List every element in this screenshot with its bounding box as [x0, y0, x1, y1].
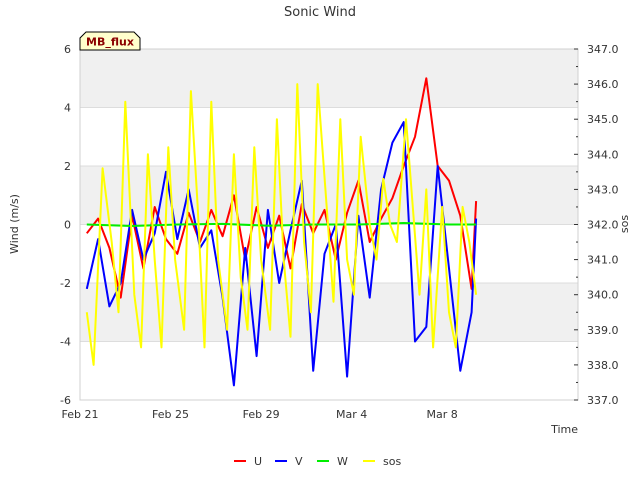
y-tick-label-left: 4 — [64, 102, 71, 115]
y-tick-label-left: 2 — [64, 160, 71, 173]
x-axis-label: Time — [550, 423, 578, 436]
y-tick-label-right: 346.0 — [587, 78, 619, 91]
badge-label: MB_flux — [86, 36, 134, 49]
chart-title: Sonic Wind — [284, 5, 356, 20]
y-tick-label-left: 0 — [64, 219, 71, 232]
background-band — [80, 49, 578, 108]
y-tick-label-right: 338.0 — [587, 359, 619, 372]
background-band — [80, 166, 578, 225]
x-tick-label: Feb 29 — [243, 408, 280, 421]
y-tick-label-left: 6 — [64, 43, 71, 56]
x-tick-label: Feb 25 — [152, 408, 189, 421]
y-tick-label-right: 344.0 — [587, 148, 619, 161]
legend-label-v: V — [295, 455, 303, 468]
legend-label-u: U — [254, 455, 262, 468]
y-tick-label-right: 337.0 — [587, 394, 619, 407]
x-tick-label: Mar 8 — [427, 408, 458, 421]
x-tick-label: Mar 4 — [336, 408, 367, 421]
y-tick-label-left: -4 — [60, 336, 71, 349]
y-tick-label-right: 342.0 — [587, 219, 619, 232]
sonic-wind-chart: 6 4 2 0 -2 -4 -6 347.0 346.0 345.0 344.0 343.0 342.0… — [8, 5, 631, 468]
background-band — [80, 283, 578, 342]
y-axis-label-left: Wind (m/s) — [8, 194, 21, 254]
y-tick-label-right: 339.0 — [587, 324, 619, 337]
y-tick-label-left: -2 — [60, 277, 71, 290]
y-tick-label-right: 345.0 — [587, 113, 619, 126]
y-axis-label-right: sos — [618, 215, 631, 233]
legend-label-w: W — [337, 455, 348, 468]
legend: U V Wsos — [234, 455, 401, 468]
x-tick-label: Feb 21 — [62, 408, 99, 421]
legend-label-sos: sos — [383, 455, 401, 468]
y-tick-label-right: 343.0 — [587, 183, 619, 196]
y-tick-label-right: 341.0 — [587, 254, 619, 267]
plot-background-bands — [80, 49, 578, 342]
y-tick-label-right: 347.0 — [587, 43, 619, 56]
mb-flux-badge: MB_flux — [79, 31, 141, 51]
y-tick-label-right: 340.0 — [587, 289, 619, 302]
y-tick-label-left: -6 — [60, 394, 71, 407]
